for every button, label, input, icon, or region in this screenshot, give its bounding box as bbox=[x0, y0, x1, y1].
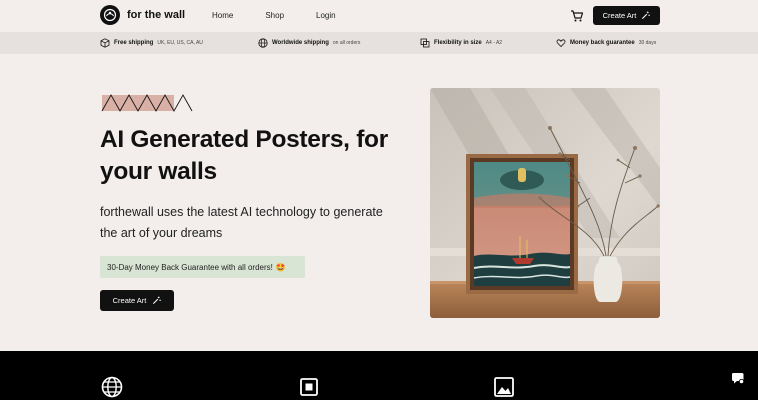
chat-icon[interactable] bbox=[731, 371, 745, 385]
image-icon bbox=[494, 377, 514, 397]
nav-login[interactable]: Login bbox=[316, 11, 336, 20]
nav-home[interactable]: Home bbox=[212, 11, 233, 20]
magic-wand-icon bbox=[153, 296, 162, 305]
guarantee-emoji: 🤩 bbox=[275, 262, 286, 272]
main-nav: Home Shop Login bbox=[212, 11, 368, 20]
info-money-back: Money back guarantee 30 days bbox=[556, 38, 656, 48]
zigzag-decoration bbox=[101, 94, 193, 112]
info-sub: A4 - A2 bbox=[485, 40, 503, 46]
guarantee-text: 30-Day Money Back Guarantee with all ord… bbox=[107, 262, 273, 272]
info-worldwide-shipping: Worldwide shipping on all orders bbox=[258, 38, 360, 48]
create-art-header-label: Create Art bbox=[602, 11, 637, 20]
globe-icon bbox=[101, 376, 123, 398]
info-sub: 30 days bbox=[638, 40, 657, 46]
hero-title: AI Generated Posters, for your walls bbox=[100, 126, 388, 185]
info-bar: Free shipping UK, EU, US, CA, AU Worldwi… bbox=[0, 32, 758, 54]
cart-icon[interactable] bbox=[570, 9, 584, 23]
info-title: Money back guarantee bbox=[570, 40, 635, 46]
globe-icon bbox=[258, 38, 268, 48]
frame-icon bbox=[300, 378, 318, 396]
info-sub: UK, EU, US, CA, AU bbox=[157, 40, 203, 46]
nav-shop[interactable]: Shop bbox=[265, 11, 284, 20]
logo-mark-icon bbox=[100, 5, 120, 25]
create-art-button[interactable]: Create Art bbox=[100, 290, 174, 311]
info-free-shipping: Free shipping UK, EU, US, CA, AU bbox=[100, 38, 203, 48]
heart-hand-icon bbox=[556, 39, 566, 48]
create-art-label: Create Art bbox=[112, 296, 147, 305]
box-icon bbox=[100, 38, 110, 48]
info-size-flexibility: Flexibility in size A4 - A2 bbox=[420, 38, 502, 48]
info-title: Free shipping bbox=[114, 40, 154, 46]
hero-poster-image bbox=[430, 88, 660, 318]
brand-logo[interactable]: for the wall bbox=[100, 5, 185, 25]
site-header: for the wall Home Shop Login Create Art bbox=[0, 0, 758, 32]
info-title: Worldwide shipping bbox=[272, 40, 329, 46]
magic-wand-icon bbox=[642, 11, 651, 20]
info-sub: on all orders bbox=[332, 40, 361, 46]
info-title: Flexibility in size bbox=[434, 40, 482, 46]
resize-icon bbox=[420, 38, 430, 48]
brand-name: for the wall bbox=[127, 9, 186, 21]
guarantee-badge: 30-Day Money Back Guarantee with all ord… bbox=[100, 256, 305, 278]
create-art-header-button[interactable]: Create Art bbox=[593, 6, 660, 25]
hero-subtitle: forthewall uses the latest AI technology… bbox=[100, 205, 383, 240]
